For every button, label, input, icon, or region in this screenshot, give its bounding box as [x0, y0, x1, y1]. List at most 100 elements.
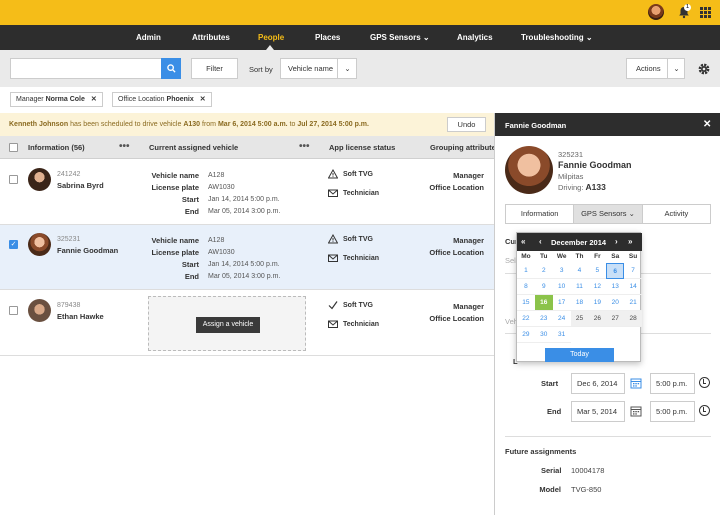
calendar-day[interactable]: 30	[534, 327, 553, 343]
calendar-day[interactable]: 28	[624, 311, 642, 327]
prev-year-icon[interactable]: «	[521, 237, 525, 246]
sort-select[interactable]: Vehicle name ⌄	[280, 58, 357, 79]
filter-button[interactable]: Filter	[191, 58, 238, 79]
person-name[interactable]: Sabrina Byrd	[57, 181, 104, 190]
model-label: Model	[539, 485, 561, 494]
more-options-icon[interactable]: •••	[119, 141, 130, 152]
calendar-day[interactable]: 11	[570, 279, 589, 295]
tab-information[interactable]: Information	[506, 205, 575, 223]
calendar-day[interactable]: 26	[588, 311, 607, 327]
calendar-day[interactable]: 1	[517, 263, 535, 279]
person-name[interactable]: Ethan Hawke	[57, 312, 104, 321]
calendar-day[interactable]: 10	[552, 279, 571, 295]
prev-month-icon[interactable]: ‹	[539, 237, 542, 246]
row-checkbox[interactable]	[9, 175, 18, 184]
calendar-day[interactable]: 15	[517, 295, 535, 311]
column-header-license[interactable]: App license status	[329, 143, 395, 152]
calendar-day[interactable]: 2	[534, 263, 553, 279]
row-checkbox[interactable]: ✓	[9, 240, 18, 249]
calendar-day[interactable]: 22	[517, 311, 535, 327]
nav-gps-sensors[interactable]: GPS Sensors ⌄	[370, 25, 430, 50]
column-header-info[interactable]: Information (56)	[28, 143, 85, 152]
calendar-day[interactable]: 17	[552, 295, 571, 311]
calendar-day[interactable]: 9	[534, 279, 553, 295]
calendar-day[interactable]: 29	[517, 327, 535, 343]
end-time-input[interactable]: 5:00 p.m.	[650, 401, 695, 422]
end-value: Mar 05, 2014 3:00 p.m.	[208, 273, 281, 280]
notifications-bell-icon[interactable]: 1	[677, 4, 691, 19]
panel-person-id: 325231	[558, 150, 584, 159]
row-checkbox[interactable]	[9, 306, 18, 315]
calendar-icon[interactable]	[630, 377, 642, 389]
calendar-day[interactable]: 12	[588, 279, 607, 295]
end-date-input[interactable]: Mar 5, 2014	[571, 401, 625, 422]
calendar-day[interactable]: 18	[570, 295, 589, 311]
calendar-day[interactable]: 25	[570, 311, 589, 327]
start-date-input[interactable]: Dec 6, 2014	[571, 373, 625, 394]
clock-icon[interactable]	[699, 377, 710, 388]
table-row[interactable]: ✓ 325231 Fannie Goodman Vehicle name A12…	[0, 225, 494, 290]
nav-analytics[interactable]: Analytics	[457, 25, 493, 50]
filter-chip-office[interactable]: Office Location Phoenix ✕	[112, 92, 212, 107]
actions-dropdown[interactable]: Actions ⌄	[626, 58, 685, 79]
column-header-vehicle[interactable]: Current assigned vehicle	[149, 143, 238, 152]
undo-button[interactable]: Undo	[447, 117, 486, 132]
assign-vehicle-dropzone[interactable]: Assign a vehicle	[148, 296, 306, 351]
calendar-day[interactable]: 5	[588, 263, 607, 279]
calendar-day[interactable]: 19	[588, 295, 607, 311]
filter-chip-manager[interactable]: Manager Norma Cole ✕	[10, 92, 103, 107]
calendar-day[interactable]: 4	[570, 263, 589, 279]
top-bar: 1	[0, 0, 720, 25]
nav-places[interactable]: Places	[315, 25, 340, 50]
column-header-grouping[interactable]: Grouping attribute	[430, 143, 496, 152]
person-name[interactable]: Fannie Goodman	[57, 246, 118, 255]
close-icon[interactable]: ✕	[703, 119, 711, 130]
table-row[interactable]: 879438 Ethan Hawke Assign a vehicle Soft…	[0, 291, 494, 356]
user-avatar[interactable]	[648, 4, 664, 20]
calendar-day[interactable]: 8	[517, 279, 535, 295]
select-all-checkbox[interactable]	[9, 143, 18, 152]
serial-label: Serial	[541, 466, 562, 475]
apps-grid-icon[interactable]	[700, 7, 711, 18]
calendar-day[interactable]: 23	[534, 311, 553, 327]
table-row[interactable]: 241242 Sabrina Byrd Vehicle name A128 Li…	[0, 160, 494, 225]
assign-vehicle-button[interactable]: Assign a vehicle	[196, 317, 260, 333]
driving-label: Driving:	[558, 183, 584, 192]
calendar-day[interactable]: 3	[552, 263, 571, 279]
tab-activity[interactable]: Activity	[643, 205, 710, 223]
close-icon[interactable]: ✕	[91, 96, 97, 103]
today-button[interactable]: Today	[545, 348, 614, 362]
avatar	[28, 233, 51, 256]
calendar-day[interactable]: 6	[606, 263, 625, 279]
license-plate-value: AW1030	[208, 249, 235, 256]
calendar-day[interactable]: 31	[552, 327, 571, 343]
start-time-input[interactable]: 5:00 p.m.	[650, 373, 695, 394]
more-options-icon[interactable]: •••	[299, 141, 310, 152]
weekday-label: Tu	[540, 253, 548, 260]
calendar-day[interactable]: 7	[624, 263, 642, 279]
calendar-day[interactable]: 13	[606, 279, 625, 295]
clock-icon[interactable]	[699, 405, 710, 416]
nav-troubleshooting[interactable]: Troubleshooting ⌄	[521, 25, 593, 50]
calendar-day[interactable]: 27	[606, 311, 625, 327]
nav-admin[interactable]: Admin	[136, 25, 161, 50]
gear-icon[interactable]	[697, 62, 711, 76]
next-year-icon[interactable]: »	[628, 237, 632, 246]
search-input[interactable]	[10, 58, 161, 79]
calendar-icon[interactable]	[630, 405, 642, 417]
role: Technician	[343, 321, 380, 328]
calendar-day[interactable]: 24	[552, 311, 571, 327]
search-button[interactable]	[161, 58, 181, 79]
license-plate-label: License plate	[151, 248, 199, 257]
date-picker-header: « ‹ December 2014 › »	[517, 233, 642, 251]
nav-attributes[interactable]: Attributes	[192, 25, 230, 50]
next-month-icon[interactable]: ›	[615, 237, 618, 246]
calendar-day[interactable]: 16	[534, 295, 553, 311]
panel-header: Fannie Goodman ✕	[495, 113, 720, 136]
chevron-down-icon: ⌄	[585, 33, 593, 42]
close-icon[interactable]: ✕	[200, 96, 206, 103]
tab-gps-sensors[interactable]: GPS Sensors ⌄	[574, 205, 643, 223]
calendar-day[interactable]: 20	[606, 295, 625, 311]
calendar-day[interactable]: 21	[624, 295, 642, 311]
calendar-day[interactable]: 14	[624, 279, 642, 295]
